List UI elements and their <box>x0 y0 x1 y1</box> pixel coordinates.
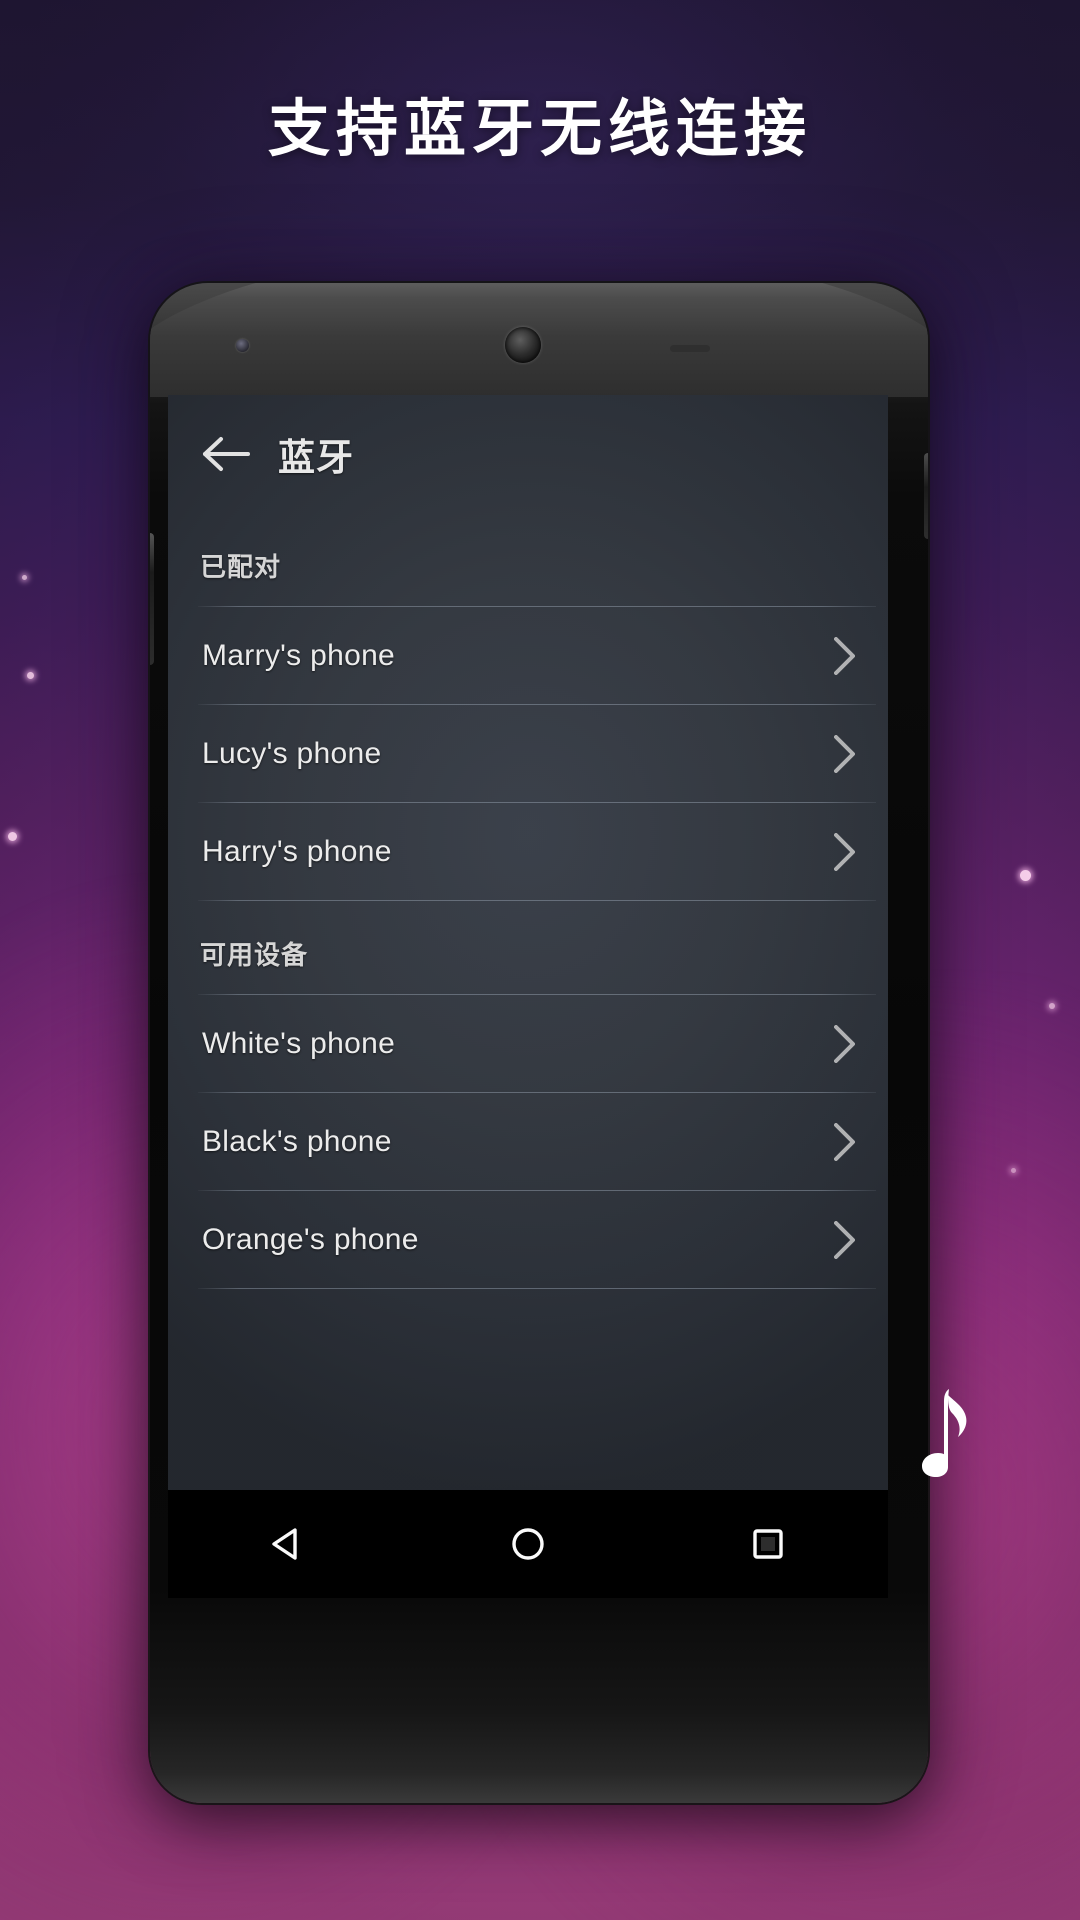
arrow-left-icon[interactable] <box>200 434 252 474</box>
section-available: 可用设备 White's phone Black's phone Orange'… <box>168 901 888 1289</box>
chevron-right-icon[interactable] <box>832 1023 858 1065</box>
device-name: Black's phone <box>202 1124 392 1158</box>
chevron-right-icon[interactable] <box>832 733 858 775</box>
sparkle-dot <box>1020 870 1031 881</box>
device-list-item[interactable]: Marry's phone <box>168 607 888 704</box>
chevron-right-icon[interactable] <box>832 635 858 677</box>
phone-body: 蓝牙 已配对 Marry's phone Lucy's phone Harry'… <box>150 283 928 1803</box>
chevron-right-icon[interactable] <box>832 831 858 873</box>
phone-screen: 蓝牙 已配对 Marry's phone Lucy's phone Harry'… <box>168 395 888 1490</box>
device-name: Marry's phone <box>202 638 396 672</box>
phone-device: 蓝牙 已配对 Marry's phone Lucy's phone Harry'… <box>150 283 928 1803</box>
device-name: Harry's phone <box>202 834 392 868</box>
front-camera-icon <box>505 327 541 363</box>
nav-back-icon[interactable] <box>243 1509 333 1579</box>
divider <box>198 1288 876 1289</box>
device-name: White's phone <box>202 1026 396 1060</box>
device-name: Orange's phone <box>202 1222 419 1256</box>
android-nav-bar <box>168 1490 888 1598</box>
nav-recents-icon[interactable] <box>723 1509 813 1579</box>
page-title: 蓝牙 <box>278 436 354 479</box>
earpiece-speaker <box>670 345 710 352</box>
app-bar: 蓝牙 <box>168 395 888 513</box>
device-list-item[interactable]: Lucy's phone <box>168 705 888 802</box>
sparkle-dot <box>8 832 17 841</box>
section-header-paired: 已配对 <box>200 553 282 583</box>
device-list-item[interactable]: Black's phone <box>168 1093 888 1190</box>
chevron-right-icon[interactable] <box>832 1121 858 1163</box>
device-name: Lucy's phone <box>202 736 382 770</box>
music-note-icon <box>908 1381 980 1501</box>
sparkle-dot <box>1049 1003 1055 1009</box>
proximity-sensor-icon <box>236 339 249 352</box>
sparkle-dot <box>1011 1168 1016 1173</box>
section-paired: 已配对 Marry's phone Lucy's phone Harry's p… <box>168 513 888 901</box>
device-list-item[interactable]: Harry's phone <box>168 803 888 900</box>
sparkle-dot <box>22 575 27 580</box>
section-header-available: 可用设备 <box>200 941 309 971</box>
sparkle-dot <box>27 672 34 679</box>
page-headline: 支持蓝牙无线连接 <box>267 92 812 165</box>
volume-button[interactable] <box>150 533 154 665</box>
nav-home-icon[interactable] <box>483 1509 573 1579</box>
device-list-item[interactable]: White's phone <box>168 995 888 1092</box>
chevron-right-icon[interactable] <box>832 1219 858 1261</box>
power-button[interactable] <box>924 453 928 539</box>
device-list-item[interactable]: Orange's phone <box>168 1191 888 1288</box>
promo-screenshot: 支持蓝牙无线连接 蓝牙 已配对 Marry's phone Lucy's pho… <box>0 0 1080 1920</box>
